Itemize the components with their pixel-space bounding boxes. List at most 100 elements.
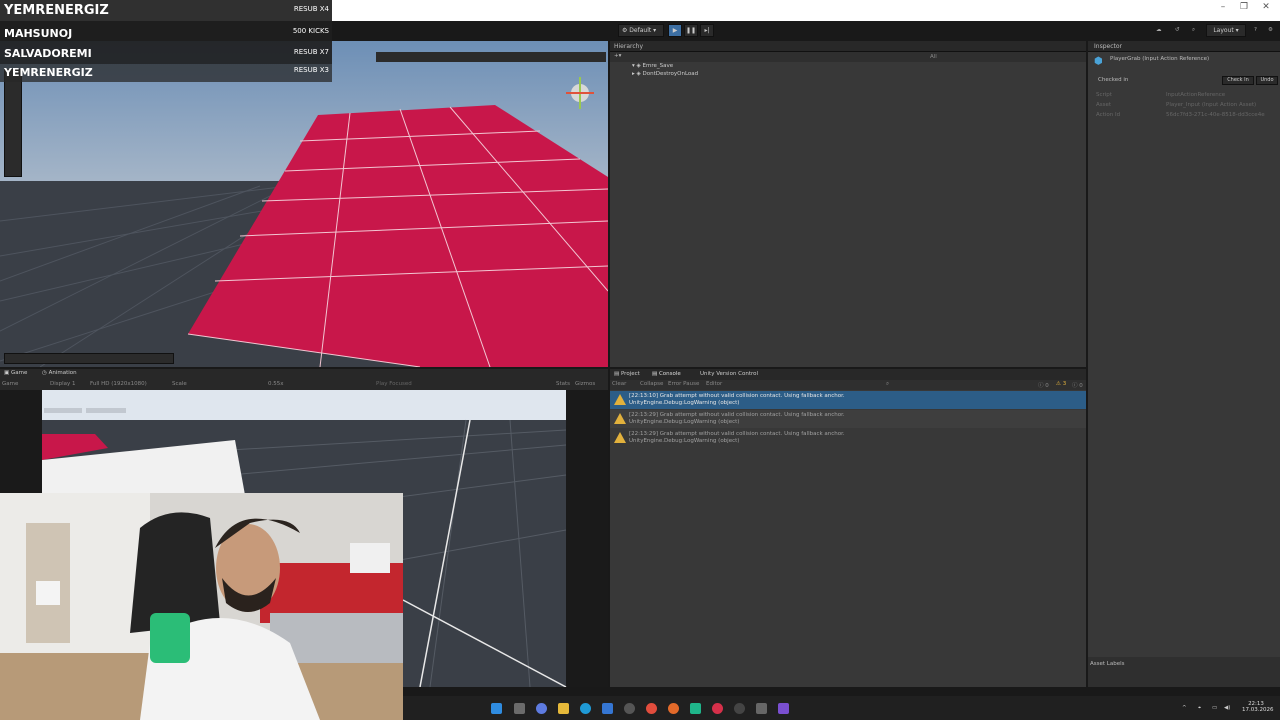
scoreboard-row: SALVADOREMI RESUB X7 [0,43,332,64]
network-icon[interactable]: ▭ [1212,705,1217,711]
hierarchy-panel: Hierarchy +▾ All ▾ ◈ Emre_Save ▸ ◈ DontD… [610,41,1086,367]
hierarchy-item[interactable]: ▾ ◈ Emre_Save [632,63,673,69]
warning-count[interactable]: ⚠ 3 [1056,381,1066,387]
undo-button[interactable]: Undo [1256,76,1278,85]
search-icon[interactable]: ⌕ [1192,27,1195,34]
stats-button[interactable]: Stats [556,381,570,387]
display-dropdown[interactable]: Display 1 [50,381,76,387]
console-panel: ▤ Project ▤ Console Unity Version Contro… [610,369,1086,687]
layout-dropdown[interactable]: Layout ▾ [1206,24,1246,37]
settings-icon[interactable]: ⚙ [1268,27,1273,33]
scoreboard-row: YEMRENERGIZ RESUB X3 [0,64,332,82]
clear-button[interactable]: Clear [612,381,626,387]
scene-bottom-toolbar[interactable] [4,353,174,364]
settings-app-icon[interactable] [624,703,635,714]
asset-labels-section: Asset Labels [1088,657,1280,687]
scoreboard-value: RESUB X3 [293,66,329,74]
layout-mode-dropdown[interactable]: ⚙ Default ▾ [618,24,664,37]
inspector-header: Inspector [1088,41,1280,52]
field-value[interactable]: 56dc7fd3-271c-40e-8518-dd3cce4e [1166,112,1265,118]
chrome-icon[interactable] [646,703,657,714]
warning-icon [614,413,626,424]
scene-3d-viewport[interactable] [0,41,608,367]
visual-studio-icon[interactable] [778,703,789,714]
asset-labels-title: Asset Labels [1090,661,1125,667]
editor-dropdown[interactable]: Editor [706,381,722,387]
volume-icon[interactable]: ◀) [1224,705,1230,711]
inspector-tab[interactable]: Inspector [1094,43,1122,50]
edge-icon[interactable] [580,703,591,714]
scoreboard-row: YEMRENERGIZ RESUB X4 [0,0,332,22]
scoreboard-value: 500 KICKS [292,27,329,35]
warning-count-value: 3 [1062,381,1067,387]
gizmos-button[interactable]: Gizmos [575,381,595,387]
tab-version-control[interactable]: Unity Version Control [700,371,758,377]
play-icon: ▶ [672,27,678,34]
tab-console-label: Console [658,371,681,377]
field-label: Action Id [1096,112,1121,118]
console-log-row[interactable]: [22:13:29] Grab attempt without valid co… [610,410,1086,428]
unity-hub-icon[interactable] [734,703,745,714]
console-search-icon[interactable]: ⌕ [886,381,889,388]
game-view-header: ▣ Game ◷ Animation Game Display 1 Full H… [0,369,608,390]
history-icon[interactable]: ↺ [1175,27,1180,33]
message-count[interactable]: ⓘ 0 [1072,381,1083,389]
scoreboard-row: MAHSUNOJ 500 KICKS [0,22,332,43]
scene-view[interactable] [0,41,608,367]
hierarchy-item[interactable]: ▸ ◈ DontDestroyOnLoad [632,71,698,77]
task-view-icon[interactable] [514,703,525,714]
hierarchy-search[interactable]: All [930,54,937,60]
scoreboard-name: YEMRENERGIZ [4,3,109,18]
tab-project-label: Project [620,371,640,377]
inspector-panel: Inspector ⬢ PlayerGrab (Input Action Ref… [1088,41,1280,687]
unity-icon[interactable] [756,703,767,714]
firefox-icon[interactable] [668,703,679,714]
tab-animation[interactable]: ◷ Animation [42,370,77,376]
field-value: InputActionReference [1166,92,1226,98]
field-value: Player_Input (Input Action Asset) [1166,102,1257,108]
scoreboard-value: RESUB X7 [293,48,329,56]
error-pause-button[interactable]: Error Pause [668,381,699,387]
store-icon[interactable] [602,703,613,714]
help-icon[interactable]: ? [1254,27,1257,33]
maximize-icon[interactable]: ❐ [1237,2,1251,12]
play-focused-dropdown[interactable]: Play Focused [376,381,412,387]
console-log-row[interactable]: [22:13:29] Grab attempt without valid co… [610,429,1086,447]
check-in-button[interactable]: Check In [1222,76,1254,85]
scene-tools-overlay[interactable] [4,69,22,177]
hierarchy-tab[interactable]: Hierarchy [614,43,643,50]
scoreboard-name: SALVADOREMI [4,47,92,60]
pause-button[interactable]: ❚❚ [684,24,698,37]
scale-value[interactable]: 0.55x [268,381,284,387]
error-count[interactable]: ⓘ 0 [1038,381,1049,389]
tab-console[interactable]: ▤ Console [652,371,681,377]
scene-view-options[interactable] [376,52,606,62]
file-explorer-icon[interactable] [558,703,569,714]
close-icon[interactable]: ✕ [1259,2,1273,12]
tab-game-label: Game [10,370,28,376]
clock[interactable]: 22:13 17.03.2026 [1242,701,1274,713]
tray-chevron-icon[interactable]: ^ [1182,705,1187,711]
console-tabs: ▤ Project ▤ Console Unity Version Contro… [610,369,1086,380]
obs-icon[interactable] [712,703,723,714]
tab-game[interactable]: ▣ Game [4,370,27,376]
copilot-icon[interactable] [536,703,547,714]
scoreboard-value: RESUB X4 [293,5,329,13]
location-icon[interactable]: ⌖ [1198,705,1201,712]
checked-in-label: Checked in [1098,77,1129,83]
collapse-button[interactable]: Collapse [640,381,663,387]
add-icon[interactable]: +▾ [614,53,621,59]
console-log-row[interactable]: [22:13:10] Grab attempt without valid co… [610,391,1086,409]
cloud-icon[interactable]: ☁ [1156,27,1162,33]
log-source: UnityEngine.Debug:LogWarning (object) [629,400,740,406]
tab-project[interactable]: ▤ Project [614,371,640,377]
step-button[interactable]: ▸| [700,24,714,37]
layout-label: Layout [1213,27,1234,34]
app-icon[interactable] [690,703,701,714]
start-icon[interactable] [491,703,502,714]
resolution-dropdown[interactable]: Full HD (1920x1080) [90,381,147,387]
log-message: [22:13:29] Grab attempt without valid co… [629,431,845,437]
play-button[interactable]: ▶ [668,24,682,37]
minimize-icon[interactable]: – [1216,2,1230,12]
game-mode-dropdown[interactable]: Game [2,381,18,387]
